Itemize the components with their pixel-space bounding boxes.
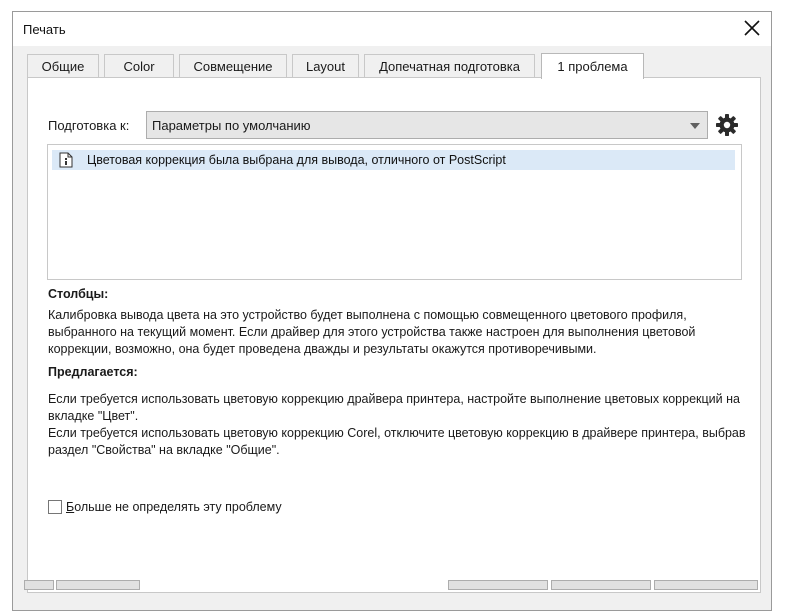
print-dialog: Печать Общие Color Совмещение Layout Доп… <box>12 11 772 611</box>
suggested-text-color-tab: Если требуется использовать цветовую кор… <box>48 392 740 423</box>
dont-detect-issue-option[interactable]: Больше не определять эту проблему <box>48 500 282 514</box>
issues-list[interactable]: Цветовая коррекция была выбрана для выво… <box>47 144 742 280</box>
dont-detect-checkbox[interactable] <box>48 500 62 514</box>
bottom-button[interactable] <box>56 580 140 590</box>
tab-prepress[interactable]: Допечатная подготовка <box>364 54 535 77</box>
tab-label: Color <box>123 58 155 74</box>
tab-issues[interactable]: 1 проблема <box>541 53 644 79</box>
title-bar: Печать <box>13 12 771 46</box>
suggested-heading: Предлагается: <box>48 365 138 379</box>
window-title: Печать <box>23 22 66 37</box>
close-icon <box>744 20 760 36</box>
tab-color[interactable]: Color <box>104 54 174 77</box>
chevron-down-icon <box>690 123 700 129</box>
columns-description: Калибровка вывода цвета на это устройств… <box>48 308 696 356</box>
prepare-for-value: Параметры по умолчанию <box>152 117 311 133</box>
dont-detect-label-rest: ольше не определять эту проблему <box>74 500 282 514</box>
document-info-icon <box>59 152 73 168</box>
tab-label: Совмещение <box>193 58 273 74</box>
prepare-for-dropdown[interactable]: Параметры по умолчанию <box>146 111 708 139</box>
tab-label: Layout <box>305 58 346 74</box>
dont-detect-mnemonic: Б <box>66 500 75 514</box>
tab-label: Общие <box>41 58 85 74</box>
gear-icon[interactable] <box>715 113 739 137</box>
bottom-button[interactable] <box>551 580 651 590</box>
prepare-for-label: Подготовка к: <box>48 118 130 133</box>
tab-label: Допечатная подготовка <box>379 58 520 74</box>
tab-label: 1 проблема <box>557 59 628 74</box>
bottom-button[interactable] <box>654 580 758 590</box>
suggested-text-general-tab: Если требуется использовать цветовую кор… <box>48 426 746 457</box>
tab-layout[interactable]: Layout <box>292 54 359 77</box>
bottom-button[interactable] <box>24 580 54 590</box>
close-button[interactable] <box>737 14 767 42</box>
list-item[interactable]: Цветовая коррекция была выбрана для выво… <box>52 150 735 170</box>
dont-detect-label: Больше не определять эту проблему <box>66 500 282 514</box>
columns-heading: Столбцы: <box>48 287 109 301</box>
tab-general[interactable]: Общие <box>27 54 99 77</box>
bottom-button[interactable] <box>448 580 548 590</box>
issue-text: Цветовая коррекция была выбрана для выво… <box>87 153 506 167</box>
tab-separations[interactable]: Совмещение <box>179 54 287 77</box>
issues-panel: Подготовка к: Параметры по умолчанию Цве… <box>27 77 761 593</box>
